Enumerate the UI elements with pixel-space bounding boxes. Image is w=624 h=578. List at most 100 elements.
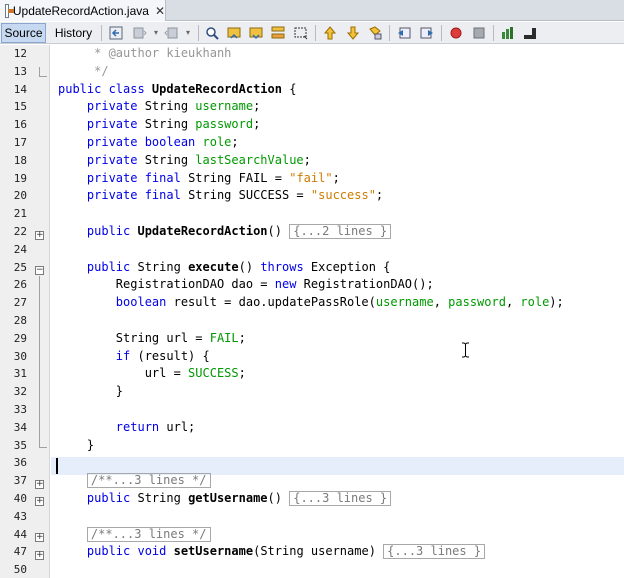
next-bookmark-icon[interactable] [345,25,361,41]
folded-code-placeholder[interactable]: /**...3 lines */ [86,526,211,542]
folded-code-placeholder[interactable]: /**...3 lines */ [86,473,211,489]
code-line[interactable]: 26 RegistrationDAO dao = new Registratio… [0,276,624,294]
toggle-highlight-icon[interactable] [270,25,286,41]
fold-expand-icon[interactable]: + [35,533,44,542]
code-text[interactable]: public class UpdateRecordAction { [58,81,296,99]
toggle-rectangular-selection-icon[interactable] [293,25,309,41]
code-line[interactable]: 30 if (result) { [0,348,624,366]
code-line[interactable]: 33 [0,401,624,419]
code-text[interactable]: String url = FAIL; [58,330,246,348]
find-previous-icon[interactable] [226,25,242,41]
start-macro-recording-icon[interactable] [448,25,464,41]
shift-right-icon[interactable] [419,25,435,41]
code-text[interactable]: private String password; [58,116,260,134]
fold-expand-icon[interactable]: + [35,480,44,489]
code-text[interactable]: public UpdateRecordAction() {...2 lines … [58,223,392,241]
code-text[interactable]: public String execute() throws Exception… [58,259,390,277]
folded-code-placeholder[interactable]: {...2 lines } [289,224,392,239]
code-text[interactable]: * @author kieukhanh [58,45,231,63]
code-line[interactable]: 32 } [0,383,624,401]
code-text[interactable]: /**...3 lines */ [58,526,211,544]
code-line[interactable]: 16 private String password; [0,116,624,134]
code-line[interactable]: 17 private boolean role; [0,134,624,152]
code-text[interactable]: } [58,383,123,401]
code-text[interactable]: private final String SUCCESS = "success"… [58,187,383,205]
code-line[interactable]: 31 url = SUCCESS; [0,365,624,383]
code-text[interactable]: /**...3 lines */ [58,472,211,490]
code-line[interactable]: 27 boolean result = dao.updatePassRole(u… [0,294,624,312]
code-line[interactable]: 22 public UpdateRecordAction() {...2 lin… [0,223,624,241]
code-line[interactable]: 18 private String lastSearchValue; [0,152,624,170]
tab-title: UpdateRecordAction.java [12,3,149,18]
fold-expand-icon[interactable]: + [35,231,44,240]
code-text[interactable]: private boolean role; [58,134,239,152]
fold-expand-icon[interactable]: + [35,551,44,560]
code-text[interactable]: if (result) { [58,348,210,366]
code-line[interactable]: 35 } [0,437,624,455]
code-line[interactable]: 40 public String getUsername() {...3 lin… [0,490,624,508]
shift-left-icon[interactable] [396,25,412,41]
forward-dropdown-icon[interactable]: ▾ [180,25,196,41]
code-line[interactable]: 14 public class UpdateRecordAction { [0,81,624,99]
stop-macro-recording-icon[interactable] [471,25,487,41]
code-line[interactable]: 43 [0,508,624,526]
back-icon[interactable] [132,25,148,41]
history-button[interactable]: History [50,23,97,43]
code-line[interactable]: 15 private String username; [0,98,624,116]
source-button[interactable]: Source [1,23,46,43]
code-line[interactable]: 24 [0,241,624,259]
fold-expand-icon[interactable]: + [35,497,44,506]
code-text[interactable]: public void setUsername(String username)… [58,543,486,561]
code-line[interactable]: 36 [0,454,624,472]
code-text[interactable]: public String getUsername() {...3 lines … [58,490,392,508]
code-token: private [86,117,145,132]
code-text[interactable]: private String username; [58,98,260,116]
last-edit-icon[interactable] [108,25,124,41]
code-text[interactable]: private String lastSearchValue; [58,152,311,170]
code-text[interactable]: url = SUCCESS; [58,365,246,383]
code-line[interactable]: 29 String url = FAIL; [0,330,624,348]
run-test-icon[interactable] [500,25,516,41]
find-icon[interactable] [204,25,220,41]
fold-guide-end [40,76,47,77]
code-line[interactable]: 25 public String execute() throws Except… [0,259,624,277]
tab-update-record-action[interactable]: UpdateRecordAction.java ✕ [0,0,166,21]
code-line[interactable]: 12 * @author kieukhanh [0,45,624,63]
previous-bookmark-icon[interactable] [322,25,338,41]
forward-icon[interactable] [163,25,179,41]
code-text[interactable]: } [58,437,94,455]
comment-icon[interactable] [522,25,538,41]
fold-collapse-icon[interactable]: − [35,266,44,275]
line-number: 37 [13,474,27,488]
code-text[interactable]: private final String FAIL = "fail"; [58,170,340,188]
code-token: private final [86,188,189,203]
code-text[interactable]: boolean result = dao.updatePassRole(user… [58,294,564,312]
code-line[interactable]: 28 [0,312,624,330]
code-text[interactable]: RegistrationDAO dao = new RegistrationDA… [58,276,434,294]
code-line[interactable]: 47 public void setUsername(String userna… [0,543,624,561]
code-text[interactable]: return url; [58,419,195,437]
folded-code-placeholder[interactable]: {...3 lines } [383,544,486,560]
close-tab-icon[interactable]: ✕ [155,4,165,18]
code-line[interactable]: 44 /**...3 lines */ [0,526,624,544]
code-line[interactable]: 20 private final String SUCCESS = "succe… [0,187,624,205]
toggle-bookmark-icon[interactable] [367,25,383,41]
folded-code-placeholder[interactable]: {...3 lines } [289,491,392,506]
line-number: 47 [13,545,27,559]
code-text[interactable]: */ [58,63,108,81]
code-line[interactable]: 34 return url; [0,419,624,437]
back-dropdown-icon[interactable]: ▾ [148,25,164,41]
code-line[interactable]: 37 /**...3 lines */ [0,472,624,490]
code-token: private boolean [86,135,203,149]
code-line[interactable]: 13 */ [0,63,624,81]
code-token: FAIL [209,330,239,345]
line-number: 16 [13,118,27,132]
line-number: 29 [13,331,27,345]
code-line[interactable]: 50 [0,561,624,578]
find-next-icon[interactable] [248,25,264,41]
code-line[interactable]: 21 [0,205,624,223]
code-line[interactable]: 19 private final String FAIL = "fail"; [0,170,624,188]
